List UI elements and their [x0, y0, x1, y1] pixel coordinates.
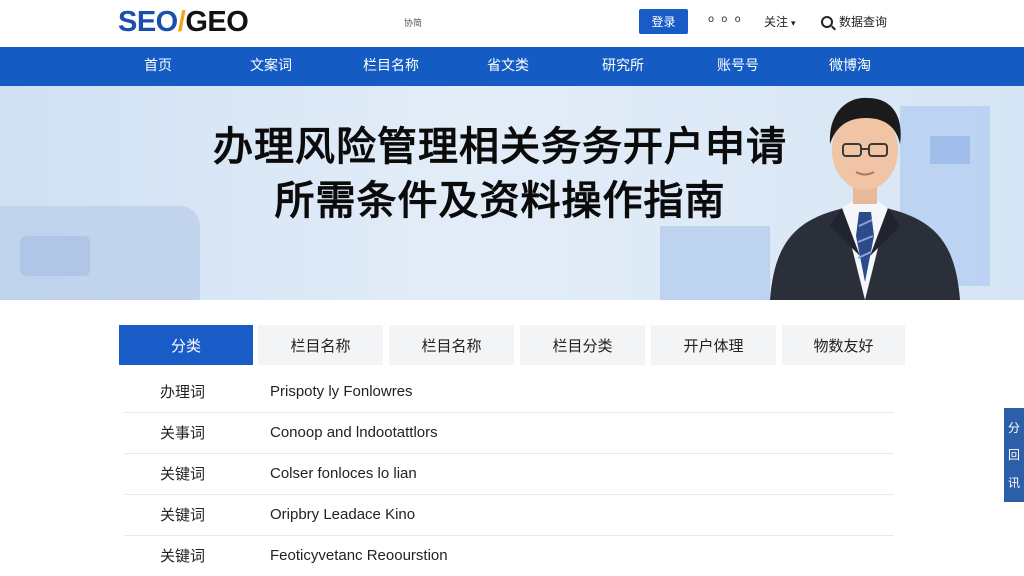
logo-seo: SEO — [118, 6, 178, 38]
row-value: Prispoty ly Fonlowres — [270, 383, 413, 400]
hero-banner: 办理风险管理相关务务开户申请 所需条件及资料操作指南 — [0, 86, 1024, 300]
side-float-widget[interactable]: 分 回 讯 — [1004, 408, 1024, 502]
row-key: 关键词 — [160, 465, 206, 483]
tab-account-opening[interactable]: 开户体理 — [651, 325, 776, 365]
tab-column-name-2[interactable]: 栏目名称 — [389, 325, 514, 365]
table-row[interactable]: 关事词 Conoop and lndootattlors — [124, 413, 894, 454]
table-row[interactable]: 关键词 Feoticyvetanc Reoourstion — [124, 536, 894, 576]
main-nav: 首页 文案词 栏目名称 省文类 研究所 账号号 微博淘 — [0, 47, 1024, 86]
tab-column-name-1[interactable]: 栏目名称 — [258, 325, 383, 365]
follow-label: 关注 — [764, 15, 789, 29]
table-row[interactable]: 办理词 Prispoty ly Fonlowres — [124, 372, 894, 413]
row-value: Oripbry Leadace Kino — [270, 506, 416, 523]
header-small-text: 协简 — [404, 19, 423, 29]
follow-dropdown[interactable]: 关注 ▾ — [764, 13, 796, 30]
nav-item-copy[interactable]: 文案词 — [250, 47, 292, 86]
top-header: SEO/GEO 协简 登录 o o o 关注 ▾ 数据查询 — [0, 0, 1024, 47]
login-button[interactable]: 登录 — [639, 9, 688, 34]
banner-decoration — [660, 226, 770, 300]
row-value: Colser fonloces lo lian — [270, 465, 417, 482]
row-key: 关事词 — [160, 424, 206, 442]
side-float-item: 分 — [1007, 421, 1020, 436]
row-key: 关键词 — [160, 506, 206, 524]
nav-item-account[interactable]: 账号号 — [717, 47, 759, 86]
nav-item-column[interactable]: 栏目名称 — [363, 47, 419, 86]
banner-title-line1: 办理风险管理相关务务开户申请 — [213, 124, 787, 170]
site-logo[interactable]: SEO/GEO — [118, 4, 249, 40]
search-label: 数据查询 — [839, 15, 888, 29]
side-float-item: 回 — [1007, 448, 1020, 463]
search-link[interactable]: 数据查询 — [821, 13, 887, 30]
row-value: Conoop and lndootattlors — [270, 424, 438, 441]
table-row[interactable]: 关键词 Colser fonloces lo lian — [124, 454, 894, 495]
nav-item-home[interactable]: 首页 — [144, 47, 172, 86]
tab-column-category[interactable]: 栏目分类 — [520, 325, 645, 365]
row-key: 办理词 — [160, 383, 206, 401]
banner-decoration — [20, 236, 90, 276]
search-icon — [821, 15, 833, 28]
table-row[interactable]: 关键词 Oripbry Leadace Kino — [124, 495, 894, 536]
tab-category[interactable]: 分类 — [119, 325, 253, 365]
more-dots[interactable]: o o o — [708, 14, 743, 25]
row-value: Feoticyvetanc Reoourstion — [270, 547, 448, 564]
tab-friendly[interactable]: 物数友好 — [782, 325, 905, 365]
nav-item-research[interactable]: 研究所 — [602, 47, 644, 86]
logo-geo: GEO — [185, 6, 249, 38]
side-float-item: 讯 — [1007, 475, 1020, 490]
category-tabs: 分类 栏目名称 栏目名称 栏目分类 开户体理 物数友好 — [119, 325, 905, 365]
nav-item-weibo[interactable]: 微博淘 — [829, 47, 871, 86]
nav-item-category[interactable]: 省文类 — [487, 47, 529, 86]
banner-title-line2: 所需条件及资料操作指南 — [274, 178, 726, 224]
row-key: 关键词 — [160, 547, 206, 565]
banner-title: 办理风险管理相关务务开户申请 所需条件及资料操作指南 — [120, 120, 880, 228]
chevron-down-icon: ▾ — [791, 19, 796, 29]
